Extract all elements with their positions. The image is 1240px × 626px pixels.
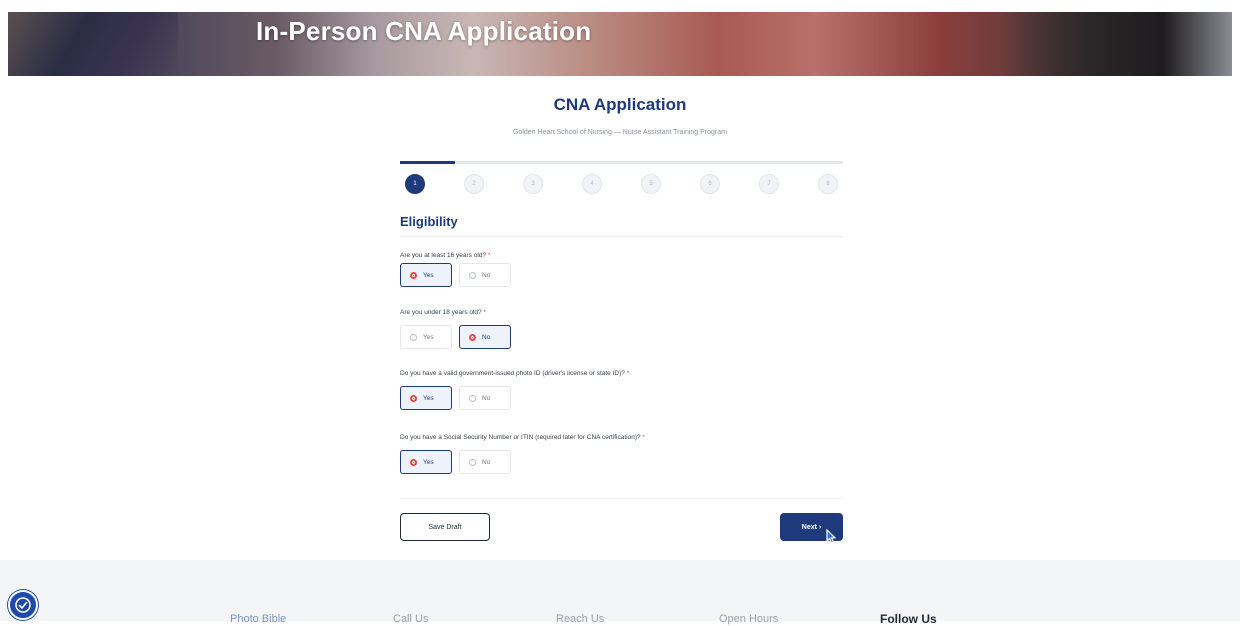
option-label: No <box>482 333 491 341</box>
q3-option-yes[interactable]: Yes <box>400 386 452 410</box>
q3-option-no[interactable]: No <box>459 386 511 410</box>
step-2[interactable]: 2 <box>464 174 484 194</box>
q4-option-no[interactable]: No <box>459 450 511 474</box>
accessibility-button[interactable] <box>8 590 38 620</box>
save-draft-button[interactable]: Save Draft <box>400 513 490 541</box>
question-under-18: Are you under 18 years old? * <box>400 309 486 316</box>
option-label: Yes <box>423 458 434 466</box>
radio-icon <box>469 271 476 279</box>
section-divider <box>400 236 843 237</box>
question-label: Do you have a valid government-issued ph… <box>400 370 625 377</box>
radio-icon <box>469 458 476 466</box>
q1-option-yes[interactable]: Yes <box>400 263 452 287</box>
option-label: No <box>482 394 491 402</box>
required-marker: * <box>626 370 630 377</box>
q1-option-no[interactable]: No <box>459 263 511 287</box>
step-7[interactable]: 7 <box>759 174 779 194</box>
question-ssn-itin: Do you have a Social Security Number or … <box>400 434 645 441</box>
step-5[interactable]: 5 <box>641 174 661 194</box>
radio-icon <box>410 271 417 279</box>
footer-link-open-hours[interactable]: Open Hours <box>719 613 778 625</box>
footer-link-call-us[interactable]: Call Us <box>393 613 428 625</box>
required-marker: * <box>483 309 487 316</box>
step-indicator: 1 2 3 4 5 6 7 8 <box>405 174 841 194</box>
question-photo-id: Do you have a valid government-issued ph… <box>400 370 629 377</box>
radio-icon <box>469 394 476 402</box>
accessibility-icon <box>15 597 31 613</box>
step-8[interactable]: 8 <box>818 174 838 194</box>
footer-link-reach-us[interactable]: Reach Us <box>556 613 604 625</box>
step-1[interactable]: 1 <box>405 174 425 194</box>
option-label: Yes <box>423 394 434 402</box>
progress-bar <box>400 161 843 164</box>
option-label: Yes <box>423 271 434 279</box>
question-label: Are you under 18 years old? <box>400 309 482 316</box>
required-marker: * <box>642 434 645 441</box>
q2-option-no[interactable]: No <box>459 325 511 349</box>
footer-follow-us: Follow Us <box>880 612 937 626</box>
step-3[interactable]: 3 <box>523 174 543 194</box>
progress-bar-fill <box>400 161 456 164</box>
question-age-16: Are you at least 16 years old? * <box>400 252 490 259</box>
site-footer <box>0 560 1240 621</box>
section-title: Eligibility <box>400 214 458 229</box>
q4-option-yes[interactable]: Yes <box>400 450 452 474</box>
option-label: Yes <box>423 333 434 341</box>
pointer-cursor-icon <box>826 528 837 544</box>
hero-title: In-Person CNA Application <box>256 16 592 46</box>
application-title: CNA Application <box>553 95 687 114</box>
q2-option-yes[interactable]: Yes <box>400 325 452 349</box>
question-label: Do you have a Social Security Number or … <box>400 434 641 441</box>
radio-icon <box>410 333 417 341</box>
radio-icon <box>469 333 476 341</box>
footer-link-photo-bible[interactable]: Photo Bible <box>230 613 286 625</box>
step-6[interactable]: 6 <box>700 174 720 194</box>
hero-banner: In-Person CNA Application <box>8 12 1232 76</box>
required-marker: * <box>487 252 491 259</box>
option-label: No <box>482 458 491 466</box>
radio-icon <box>410 458 417 466</box>
question-label: Are you at least 16 years old? <box>400 252 486 259</box>
step-4[interactable]: 4 <box>582 174 602 194</box>
radio-icon <box>410 394 417 402</box>
option-label: No <box>482 271 491 279</box>
form-actions-divider <box>400 498 843 499</box>
application-subtitle: Golden Heart School of Nursing — Nurse A… <box>513 129 727 136</box>
